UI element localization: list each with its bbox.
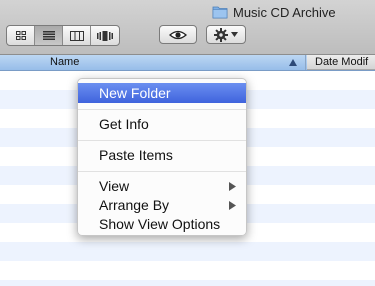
list-view-button[interactable] xyxy=(35,26,63,45)
menu-item-label: Arrange By xyxy=(99,197,170,213)
chevron-down-icon xyxy=(231,32,238,37)
eye-icon xyxy=(169,30,187,39)
menu-item-view[interactable]: View xyxy=(78,176,246,196)
menu-item-arrange-by[interactable]: Arrange By xyxy=(78,195,246,215)
name-column-header[interactable]: Name xyxy=(0,55,306,70)
date-modified-column-header[interactable]: Date Modif xyxy=(307,55,375,70)
window-toolbar: Music CD Archive xyxy=(0,0,375,55)
menu-item-label: Paste Items xyxy=(99,147,173,163)
window-title: Music CD Archive xyxy=(212,2,336,22)
menu-item-label: New Folder xyxy=(99,85,171,101)
column-view-icon xyxy=(69,30,84,41)
menu-item-show-view-options[interactable]: Show View Options xyxy=(78,214,246,234)
submenu-arrow-icon xyxy=(229,182,236,191)
gear-icon xyxy=(214,27,228,42)
list-view-icon xyxy=(42,31,55,40)
menu-separator xyxy=(78,171,246,172)
menu-separator xyxy=(78,140,246,141)
date-modified-column-label: Date Modif xyxy=(315,56,369,68)
menu-item-label: Get Info xyxy=(99,116,149,132)
menu-item-label: Show View Options xyxy=(99,216,221,232)
menu-separator xyxy=(78,109,246,110)
list-column-header: Name Date Modif xyxy=(0,55,375,71)
name-column-label: Name xyxy=(50,56,80,68)
icon-view-icon xyxy=(15,31,26,40)
sort-ascending-icon xyxy=(289,59,297,66)
menu-item-paste-items[interactable]: Paste Items xyxy=(78,145,246,165)
window-title-text: Music CD Archive xyxy=(233,4,336,20)
menu-item-new-folder[interactable]: New Folder xyxy=(78,83,246,103)
menu-item-label: View xyxy=(99,178,130,194)
menu-item-get-info[interactable]: Get Info xyxy=(78,114,246,134)
folder-icon xyxy=(212,5,228,19)
context-menu: New Folder Get Info Paste Items View Arr… xyxy=(77,78,247,236)
quick-look-button[interactable] xyxy=(159,25,197,44)
submenu-arrow-icon xyxy=(229,201,236,210)
column-view-button[interactable] xyxy=(63,26,91,45)
view-mode-segmented-control xyxy=(6,25,120,46)
icon-view-button[interactable] xyxy=(7,26,35,45)
cover-flow-view-button[interactable] xyxy=(91,26,119,45)
cover-flow-icon xyxy=(97,30,113,41)
action-menu-button[interactable] xyxy=(206,25,246,44)
